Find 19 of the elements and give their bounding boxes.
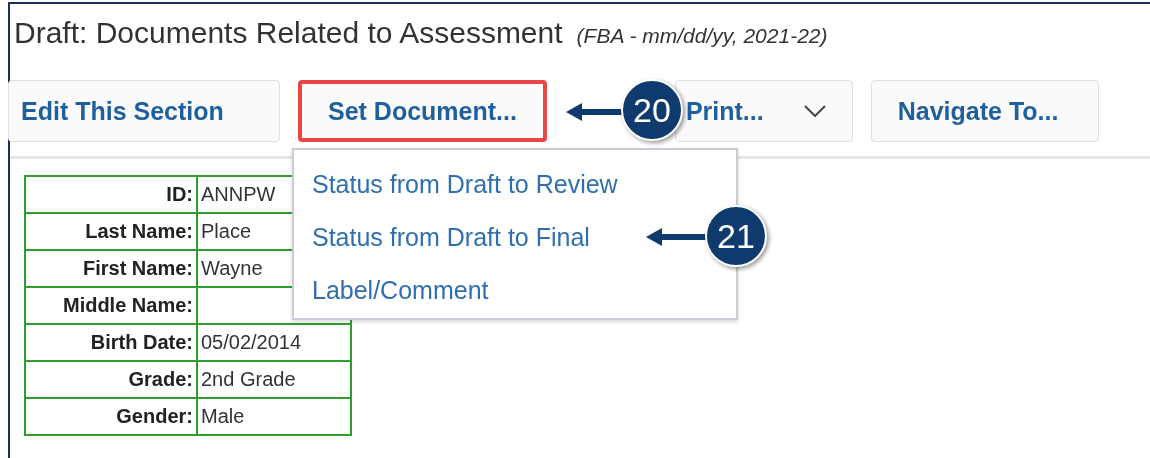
chevron-icon [803, 105, 826, 117]
field-label: Birth Date: [25, 324, 197, 361]
field-label: Middle Name: [25, 287, 197, 324]
field-value: Male [197, 398, 351, 435]
field-value: 05/02/2014 [197, 324, 351, 361]
page-title: Draft: Documents Related to Assessment [14, 16, 563, 50]
callout-badge: 21 [705, 205, 767, 267]
field-label: Last Name: [25, 213, 197, 250]
field-label: ID: [25, 176, 197, 213]
toolbar-button[interactable]: Edit This Section [8, 80, 280, 142]
field-label: First Name: [25, 250, 197, 287]
toolbar-button[interactable]: Set Document... [298, 80, 547, 142]
print-dropdown[interactable]: Print... [674, 80, 853, 142]
page-subtitle: (FBA - mm/dd/yy, 2021-22) [576, 24, 828, 48]
toolbar-button[interactable]: Navigate To... [870, 80, 1100, 142]
field-label: Gender: [25, 398, 197, 435]
field-label: Grade: [25, 361, 197, 398]
callout-badge: 20 [621, 79, 683, 141]
field-value: 2nd Grade [197, 361, 351, 398]
